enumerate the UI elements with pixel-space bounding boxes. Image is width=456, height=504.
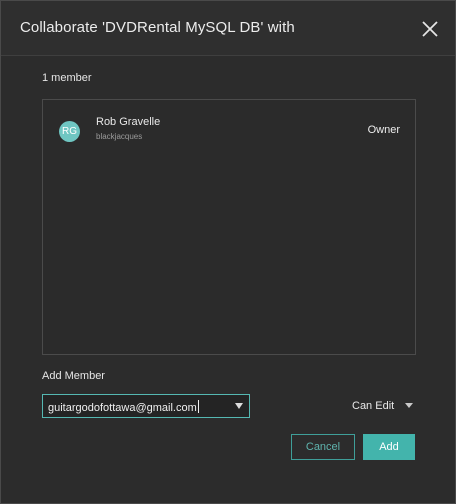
member-username: blackjacques xyxy=(96,132,143,141)
dialog-title: Collaborate 'DVDRental MySQL DB' with xyxy=(20,19,295,36)
collaborate-dialog: Collaborate 'DVDRental MySQL DB' with 1 … xyxy=(0,0,456,504)
caret-down-icon xyxy=(404,403,413,408)
add-member-label: Add Member xyxy=(42,370,105,382)
text-cursor xyxy=(197,400,199,413)
member-count: 1 member xyxy=(42,72,92,84)
cancel-button[interactable]: Cancel xyxy=(291,434,355,460)
email-field-value: guitargodofottawa@gmail.com xyxy=(48,400,199,414)
dialog-body: 1 member RG Rob Gravelle blackjacques Ow… xyxy=(1,56,455,503)
add-button[interactable]: Add xyxy=(363,434,415,460)
member-role: Owner xyxy=(367,124,400,136)
permission-label: Can Edit xyxy=(352,400,395,412)
members-list: RG Rob Gravelle blackjacques Owner xyxy=(42,99,416,355)
member-name: Rob Gravelle xyxy=(96,116,161,128)
dialog-header: Collaborate 'DVDRental MySQL DB' with xyxy=(1,1,455,56)
chevron-down-icon[interactable] xyxy=(235,403,243,409)
permission-dropdown[interactable]: Can Edit xyxy=(352,396,413,412)
member-row: RG Rob Gravelle blackjacques Owner xyxy=(43,100,415,160)
close-icon[interactable] xyxy=(420,19,440,39)
email-value-text: guitargodofottawa@gmail.com xyxy=(48,402,197,414)
avatar: RG xyxy=(59,121,80,142)
member-email-input[interactable]: guitargodofottawa@gmail.com xyxy=(42,394,250,418)
